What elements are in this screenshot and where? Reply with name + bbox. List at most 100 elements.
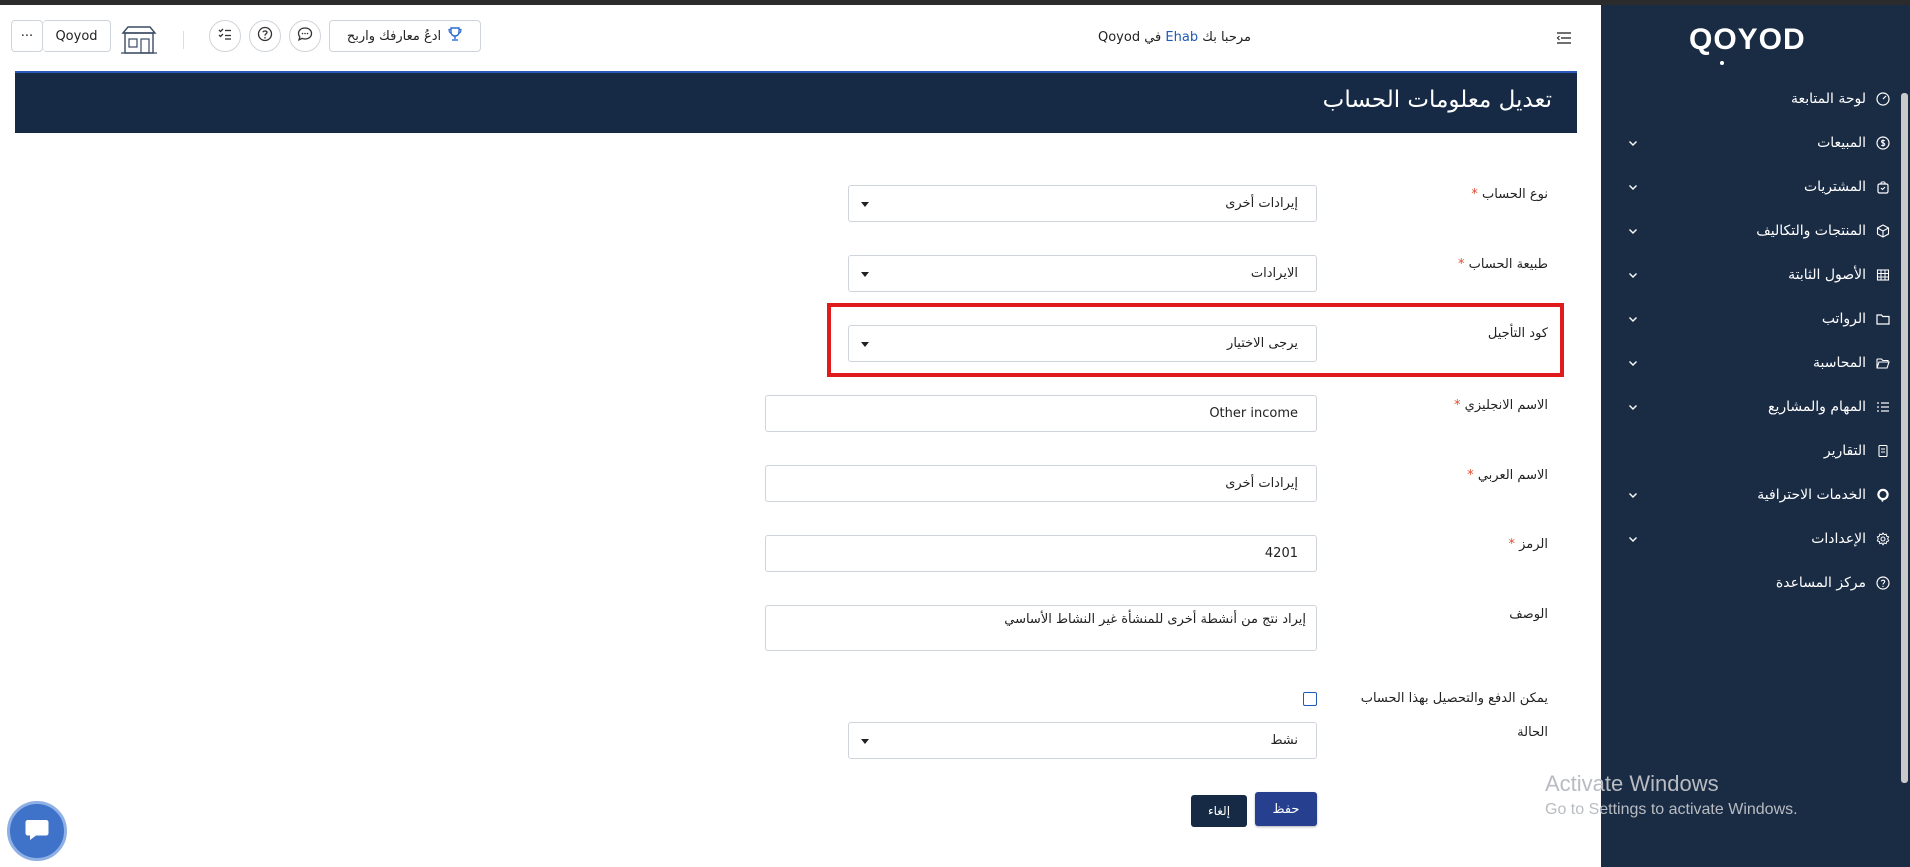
list-icon xyxy=(1874,398,1892,416)
welcome-text: مرحبا بك Ehab في Qoyod xyxy=(1098,30,1251,45)
sidebar-item-label: التقارير xyxy=(1823,443,1866,459)
sidebar-item-label: المبيعات xyxy=(1817,135,1866,151)
account-type-select[interactable]: إيرادات أخرى xyxy=(848,185,1317,222)
menu-toggle-icon[interactable] xyxy=(1556,30,1572,44)
sidebar-item[interactable]: المبيعات xyxy=(1622,121,1892,165)
chevron-down-icon xyxy=(1626,135,1640,149)
help-button[interactable] xyxy=(249,20,281,52)
invite-button[interactable]: ادعُ معارفك واربح xyxy=(329,20,481,52)
arabic-name-label: الاسم العربي * xyxy=(1467,468,1548,483)
message-icon xyxy=(297,26,313,46)
account-nature-select[interactable]: الايرادات xyxy=(848,255,1317,292)
sidebar-item[interactable]: الأصول الثابتة xyxy=(1622,253,1892,297)
chevron-down-icon xyxy=(1626,487,1640,501)
description-value: إيراد نتج من أنشطة أخرى للمنشأة غير النش… xyxy=(1004,612,1306,627)
account-type-label-text: نوع الحساب xyxy=(1482,187,1548,202)
tasks-button[interactable] xyxy=(209,20,241,52)
chevron-down-icon xyxy=(1626,355,1640,369)
caret-down-icon xyxy=(861,202,869,207)
required-mark: * xyxy=(1467,468,1474,483)
required-mark: * xyxy=(1471,187,1478,202)
deferral-code-select[interactable]: يرجى الاختيار xyxy=(848,325,1317,362)
qoyod-logo[interactable]: QOYOD xyxy=(1689,23,1806,65)
english-name-value: Other income xyxy=(1209,406,1298,421)
deferral-code-value: يرجى الاختيار xyxy=(1227,336,1298,351)
sidebar-item[interactable]: المنتجات والتكاليف xyxy=(1622,209,1892,253)
sidebar-item[interactable]: المشتريات xyxy=(1622,165,1892,209)
account-nature-label: طبيعة الحساب * xyxy=(1458,257,1548,272)
header-divider xyxy=(183,31,184,49)
sidebar-item-label: المهام والمشاريع xyxy=(1768,399,1866,415)
logo-dot xyxy=(1720,61,1724,65)
sidebar-item-label: المنتجات والتكاليف xyxy=(1756,223,1866,239)
sidebar: QOYOD لوحة المتابعة المبيعات المشتريات المن… xyxy=(1601,5,1910,867)
code-input[interactable]: 4201 xyxy=(765,535,1317,572)
arabic-name-value: إيرادات أخرى xyxy=(1225,476,1298,491)
bag-icon xyxy=(1874,178,1892,196)
box-icon xyxy=(1874,222,1892,240)
payment-checkbox[interactable] xyxy=(1303,692,1317,706)
description-label-text: الوصف xyxy=(1509,607,1548,622)
dollar-icon xyxy=(1874,134,1892,152)
caret-down-icon xyxy=(861,739,869,744)
chat-button[interactable] xyxy=(289,20,321,52)
company-switcher[interactable]: Qoyod xyxy=(43,20,111,52)
windows-activation-watermark: Activate Windows Go to Settings to activ… xyxy=(1545,771,1798,819)
sidebar-item[interactable]: المهام والمشاريع xyxy=(1622,385,1892,429)
deferral-code-label-text: كود التأجيل xyxy=(1487,326,1548,341)
chevron-down-icon xyxy=(1626,531,1640,545)
sidebar-item[interactable]: الإعدادات xyxy=(1622,517,1892,561)
account-nature-label-text: طبيعة الحساب xyxy=(1468,257,1548,272)
user-name[interactable]: Ehab xyxy=(1165,30,1198,45)
english-name-label: الاسم الانجليزي * xyxy=(1454,398,1548,413)
page-header: تعديل معلومات الحساب xyxy=(15,71,1577,133)
arabic-name-input[interactable]: إيرادات أخرى xyxy=(765,465,1317,502)
payment-checkbox-label-text: يمكن الدفع والتحصيل بهذا الحساب xyxy=(1360,691,1548,706)
chevron-down-icon xyxy=(1626,267,1640,281)
chevron-down-icon xyxy=(1626,179,1640,193)
required-mark: * xyxy=(1454,398,1461,413)
code-value: 4201 xyxy=(1264,546,1298,561)
caret-down-icon xyxy=(861,272,869,277)
chevron-down-icon xyxy=(1626,399,1640,413)
code-label-text: الرمز xyxy=(1519,537,1548,552)
sidebar-item[interactable]: لوحة المتابعة xyxy=(1622,77,1892,121)
folder-icon xyxy=(1874,310,1892,328)
chevron-down-icon xyxy=(1626,311,1640,325)
sidebar-scrollbar[interactable] xyxy=(1900,5,1910,867)
sidebar-item[interactable]: المحاسبة xyxy=(1622,341,1892,385)
report-icon xyxy=(1874,442,1892,460)
sidebar-item[interactable]: مركز المساعدة xyxy=(1622,561,1892,605)
description-textarea[interactable]: إيراد نتج من أنشطة أخرى للمنشأة غير النش… xyxy=(765,605,1317,651)
more-button[interactable]: ··· xyxy=(11,20,43,52)
checklist-icon xyxy=(217,26,233,46)
invite-label: ادعُ معارفك واربح xyxy=(346,28,442,44)
logo-text: QOYOD xyxy=(1689,23,1806,56)
chat-bubble-icon xyxy=(22,814,52,848)
welcome-prefix: مرحبا بك xyxy=(1202,30,1251,45)
status-label-text: الحالة xyxy=(1517,725,1548,740)
status-select[interactable]: نشط xyxy=(848,722,1317,759)
sidebar-item[interactable]: الرواتب xyxy=(1622,297,1892,341)
description-label: الوصف xyxy=(1509,607,1548,622)
trophy-icon xyxy=(447,26,463,46)
account-nature-value: الايرادات xyxy=(1250,266,1298,281)
sidebar-item-label: الأصول الثابتة xyxy=(1788,267,1866,283)
status-value: نشط xyxy=(1270,733,1298,748)
sidebar-scroll-thumb[interactable] xyxy=(1901,93,1908,783)
deferral-code-label: كود التأجيل xyxy=(1488,326,1548,341)
store-icon[interactable] xyxy=(120,25,158,55)
save-button[interactable]: حفظ xyxy=(1255,792,1317,826)
sidebar-item-label: مركز المساعدة xyxy=(1775,575,1866,591)
account-type-label: نوع الحساب * xyxy=(1471,187,1548,202)
english-name-input[interactable]: Other income xyxy=(765,395,1317,432)
sidebar-item[interactable]: الخدمات الاحترافية xyxy=(1622,473,1892,517)
grid-icon xyxy=(1874,266,1892,284)
sidebar-item-label: لوحة المتابعة xyxy=(1790,91,1866,107)
chat-widget-button[interactable] xyxy=(7,801,67,861)
sidebar-item-label: المشتريات xyxy=(1803,179,1866,195)
cancel-button[interactable]: إلغاء xyxy=(1191,795,1247,827)
sidebar-item[interactable]: التقارير xyxy=(1622,429,1892,473)
sidebar-item-label: الإعدادات xyxy=(1811,531,1866,547)
page-title: تعديل معلومات الحساب xyxy=(1322,87,1552,113)
